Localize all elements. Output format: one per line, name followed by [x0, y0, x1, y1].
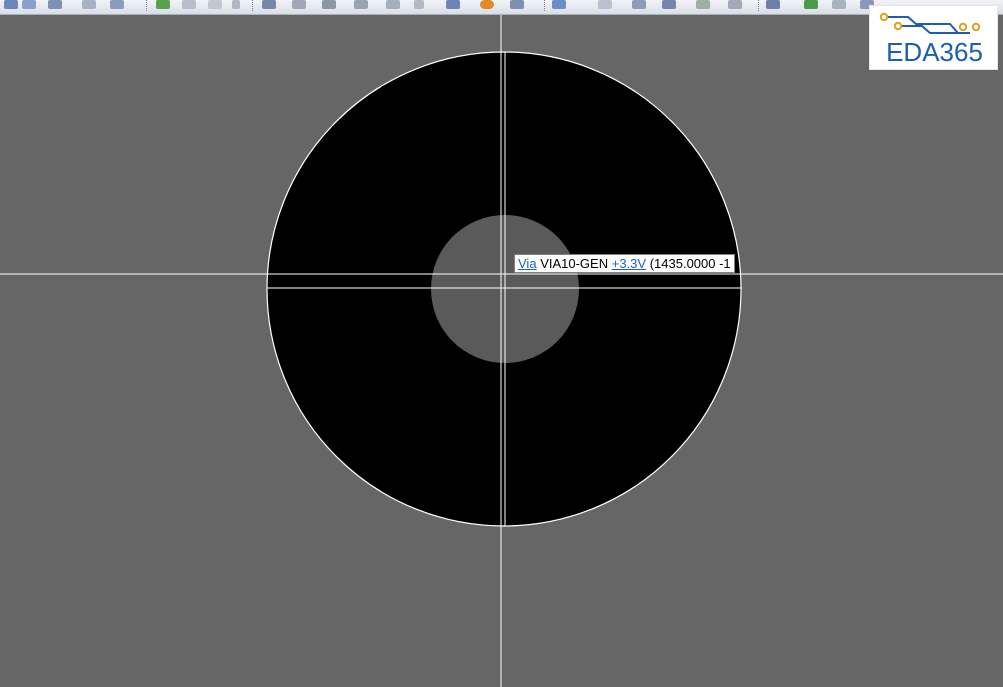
- chevron-down-icon[interactable]: [232, 0, 240, 9]
- move-icon[interactable]: [354, 0, 368, 9]
- doc-icon[interactable]: [598, 0, 612, 9]
- measure-icon[interactable]: [552, 0, 566, 9]
- board-icon[interactable]: [804, 0, 818, 9]
- design-canvas[interactable]: [0, 15, 1003, 687]
- toolbar-separator: [758, 0, 760, 11]
- save-icon[interactable]: [4, 0, 18, 9]
- rotate-icon[interactable]: [386, 0, 400, 9]
- circuit-trace-icon: [879, 12, 981, 34]
- chip-icon[interactable]: [662, 0, 676, 9]
- route-icon[interactable]: [262, 0, 276, 9]
- toolbar-separator: [544, 0, 546, 11]
- edit-icon[interactable]: [322, 0, 336, 9]
- grid-icon[interactable]: [446, 0, 460, 9]
- padstack-name: VIA10-GEN: [540, 256, 609, 271]
- cube-icon[interactable]: [632, 0, 646, 9]
- array-icon[interactable]: [510, 0, 524, 9]
- drc-icon[interactable]: [696, 0, 710, 9]
- report-icon[interactable]: [110, 0, 124, 9]
- canvas-graphics: [0, 15, 1003, 687]
- toolbar-separator: [252, 0, 254, 11]
- net-name-link[interactable]: +3.3V: [612, 256, 646, 271]
- main-toolbar: [0, 0, 1003, 15]
- coordinates-text: (1435.0000 -1: [649, 256, 731, 271]
- pcb-editor-window: Via VIA10-GEN +3.3V (1435.0000 -1 EDA365: [0, 0, 1003, 687]
- wire-icon[interactable]: [182, 0, 196, 9]
- export-icon[interactable]: [48, 0, 62, 9]
- arrow-icon[interactable]: [208, 0, 222, 9]
- print-icon[interactable]: [82, 0, 96, 9]
- layer-icon[interactable]: [156, 0, 170, 9]
- select-icon[interactable]: [292, 0, 306, 9]
- db-icon[interactable]: [832, 0, 846, 9]
- object-type-link[interactable]: Via: [518, 256, 537, 271]
- chevron-down-icon[interactable]: [414, 0, 424, 9]
- layers-icon[interactable]: [766, 0, 780, 9]
- object-hover-tooltip: Via VIA10-GEN +3.3V (1435.0000 -1: [514, 254, 735, 273]
- toolbar-separator: [146, 0, 148, 11]
- save-all-icon[interactable]: [22, 0, 36, 9]
- link-icon[interactable]: [728, 0, 742, 9]
- bug-icon[interactable]: [480, 0, 494, 9]
- eda365-logo: EDA365: [869, 5, 998, 70]
- logo-text: EDA365: [886, 37, 983, 67]
